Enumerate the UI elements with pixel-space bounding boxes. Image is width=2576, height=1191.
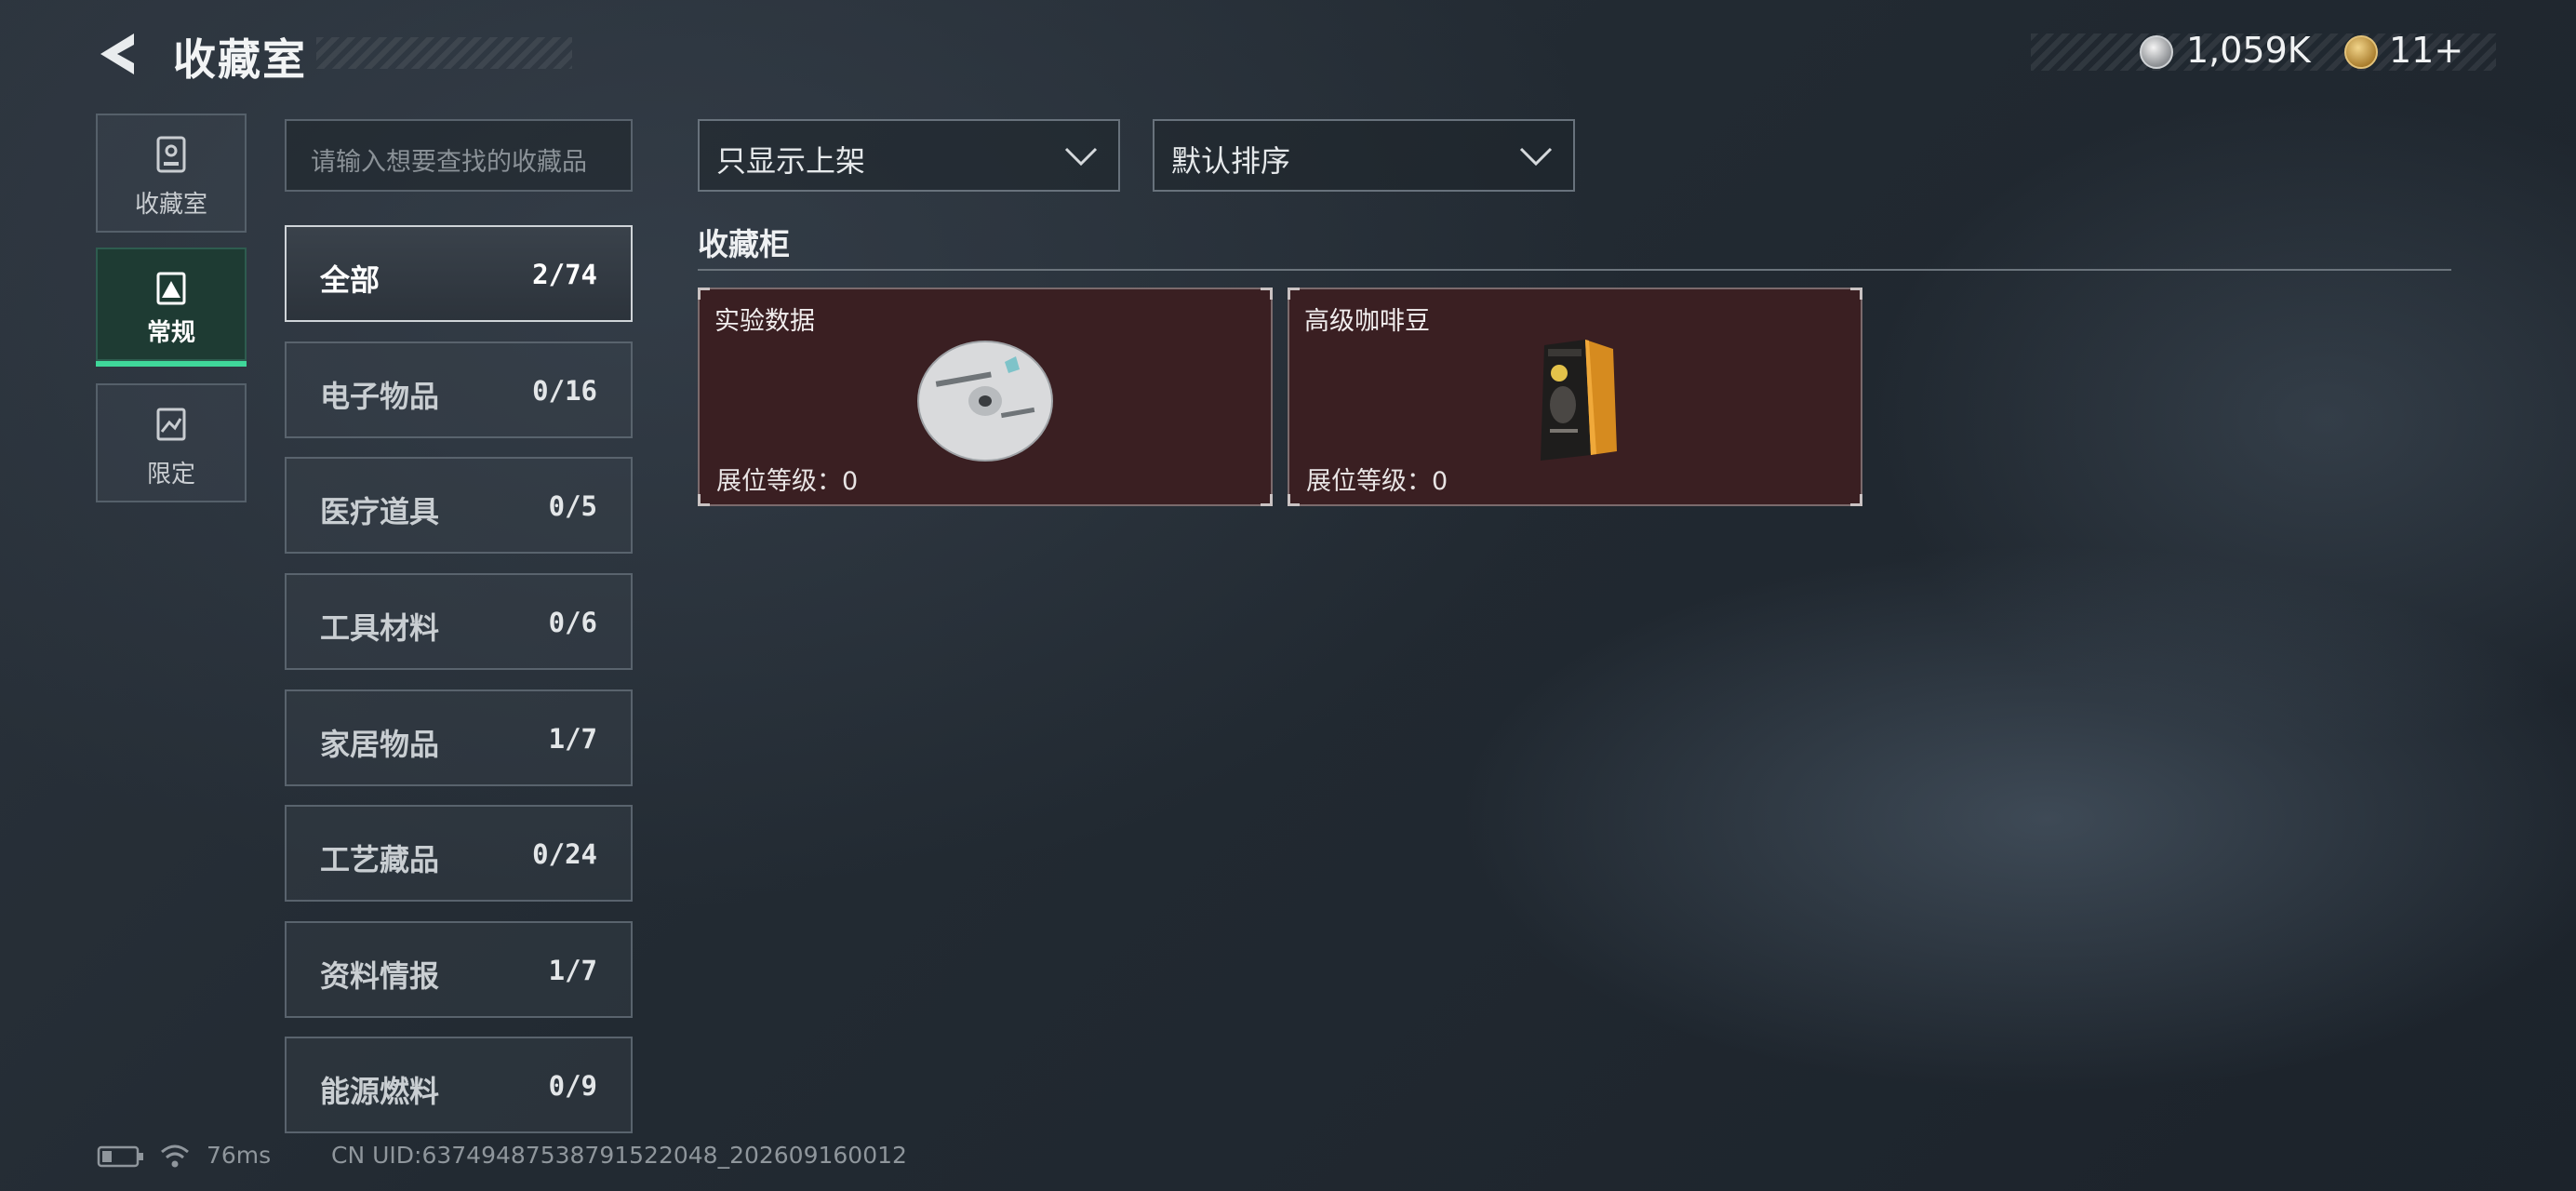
corner-decoration xyxy=(698,288,710,300)
category-count: 0/5 xyxy=(548,490,597,522)
category-count: 1/7 xyxy=(548,723,597,755)
page-title: 收藏室 xyxy=(173,34,307,85)
category-all[interactable]: 全部 2/74 xyxy=(285,225,633,322)
category-name: 工具材料 xyxy=(320,610,440,646)
chevron-down-icon xyxy=(1064,147,1098,167)
collection-card-premium-coffee-beans[interactable]: 高级咖啡豆 展位等级：0 xyxy=(1288,288,1862,506)
category-count: 0/9 xyxy=(548,1070,597,1102)
item-name: 实验数据 xyxy=(714,307,815,336)
category-tools[interactable]: 工具材料 0/6 xyxy=(285,573,633,670)
rail-item-label: 限定 xyxy=(146,461,195,488)
category-name: 资料情报 xyxy=(320,958,440,994)
data-disc-icon xyxy=(917,341,1053,462)
rail-item-collection-room[interactable]: 收藏室 xyxy=(96,114,247,233)
ping-value: 76ms xyxy=(207,1142,272,1169)
rail-item-regular[interactable]: 常规 xyxy=(96,248,247,367)
silver-amount: 1,059K xyxy=(2186,30,2311,71)
category-name: 家居物品 xyxy=(320,727,440,762)
category-medical[interactable]: 医疗道具 0/5 xyxy=(285,457,633,554)
display-level: 展位等级：0 xyxy=(716,467,859,496)
category-name: 医疗道具 xyxy=(320,494,440,529)
category-name: 电子物品 xyxy=(320,379,440,414)
regular-icon xyxy=(156,272,186,305)
shelf-title: 收藏柜 xyxy=(698,226,790,262)
gold-coin-icon xyxy=(2344,35,2378,69)
corner-decoration xyxy=(1850,288,1862,300)
display-filter-dropdown[interactable]: 只显示上架 xyxy=(698,119,1120,192)
gold-amount[interactable]: 11+ xyxy=(2389,30,2463,71)
rail-item-label: 收藏室 xyxy=(134,191,207,219)
category-name: 能源燃料 xyxy=(320,1074,440,1109)
category-count: 1/7 xyxy=(548,955,597,986)
corner-decoration xyxy=(1850,494,1862,506)
corner-decoration xyxy=(1288,288,1300,300)
silver-coin-icon xyxy=(2140,35,2173,69)
category-count: 0/24 xyxy=(532,838,597,870)
divider xyxy=(698,269,2451,271)
corner-decoration xyxy=(1261,288,1273,300)
category-electronics[interactable]: 电子物品 0/16 xyxy=(285,341,633,438)
rail-item-label: 常规 xyxy=(146,319,195,347)
category-crafts[interactable]: 工艺藏品 0/24 xyxy=(285,805,633,902)
rail-item-limited[interactable]: 限定 xyxy=(96,383,247,502)
category-count: 0/6 xyxy=(548,607,597,638)
chevron-down-icon xyxy=(1519,147,1553,167)
category-name: 工艺藏品 xyxy=(320,842,440,877)
display-level: 展位等级：0 xyxy=(1306,467,1448,496)
coffee-bag-icon xyxy=(1541,340,1617,461)
category-count: 2/74 xyxy=(532,259,597,290)
battery-icon xyxy=(97,1145,143,1168)
display-filter-value: 只显示上架 xyxy=(716,143,866,179)
item-name: 高级咖啡豆 xyxy=(1304,307,1430,336)
title-decoration xyxy=(316,37,572,69)
back-arrow-icon[interactable] xyxy=(93,30,143,78)
category-household[interactable]: 家居物品 1/7 xyxy=(285,689,633,786)
category-name: 全部 xyxy=(320,262,380,298)
collection-room-icon xyxy=(156,136,186,173)
corner-decoration xyxy=(1261,494,1273,506)
category-count: 0/16 xyxy=(532,375,597,407)
sort-order-dropdown[interactable]: 默认排序 xyxy=(1153,119,1575,192)
active-indicator xyxy=(96,361,247,367)
category-intel[interactable]: 资料情报 1/7 xyxy=(285,921,633,1018)
uid-text: CN UID:63749487538791522048_202609160012 xyxy=(331,1142,907,1169)
corner-decoration xyxy=(1288,494,1300,506)
search-input[interactable]: 请输入想要查找的收藏品 xyxy=(285,119,633,192)
wifi-icon xyxy=(161,1144,189,1168)
sort-order-value: 默认排序 xyxy=(1171,143,1291,179)
limited-icon xyxy=(156,408,186,441)
category-energy[interactable]: 能源燃料 0/9 xyxy=(285,1037,633,1133)
corner-decoration xyxy=(698,494,710,506)
collection-card-experiment-data[interactable]: 实验数据 展位等级：0 xyxy=(698,288,1273,506)
